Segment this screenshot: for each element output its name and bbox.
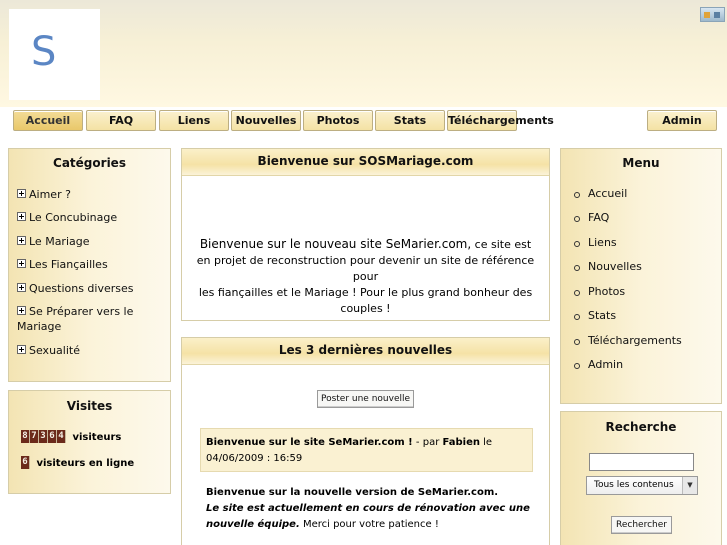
- tab-telechargements[interactable]: Téléchargements: [447, 110, 554, 131]
- site-header: S: [0, 0, 727, 107]
- visitor-counter-label: visiteurs: [72, 431, 122, 443]
- search-scope-select[interactable]: Tous les contenus ▼: [586, 476, 698, 495]
- tab-accueil[interactable]: Accueil: [13, 110, 83, 131]
- welcome-title: Bienvenue sur SOSMariage.com: [182, 149, 549, 176]
- menu-item-accueil[interactable]: Accueil: [573, 187, 627, 200]
- search-button[interactable]: Rechercher: [611, 516, 672, 534]
- visitor-counter-row: 87364 visiteurs: [21, 430, 121, 443]
- category-sexualite[interactable]: Sexualité: [17, 343, 80, 358]
- welcome-text: Bienvenue sur le nouveau site SeMarier.c…: [196, 237, 535, 315]
- news-item-body: Bienvenue sur la nouvelle version de SeM…: [206, 487, 530, 530]
- online-counter-row: 6 visiteurs en ligne: [21, 456, 134, 469]
- menu-item-stats[interactable]: Stats: [573, 309, 616, 322]
- logo[interactable]: S: [9, 9, 100, 100]
- visits-box: Visites 87364 visiteurs 6 visiteurs en l…: [8, 390, 171, 494]
- news-date: 04/06/2009 : 16:59: [206, 453, 303, 464]
- news-box: Les 3 dernières nouvelles Poster une nou…: [181, 337, 550, 545]
- tab-faq[interactable]: FAQ: [86, 110, 156, 131]
- search-scope-value: Tous les contenus: [594, 480, 674, 490]
- post-news-button[interactable]: Poster une nouvelle: [317, 390, 414, 408]
- categories-box: Catégories Aimer ? Le Concubinage Le Mar…: [8, 148, 171, 382]
- menu-item-telechargements[interactable]: Téléchargements: [574, 334, 682, 347]
- categories-title: Catégories: [53, 156, 126, 170]
- expand-plus-icon[interactable]: [17, 212, 26, 221]
- tab-nouvelles[interactable]: Nouvelles: [231, 110, 301, 131]
- online-counter-label: visiteurs en ligne: [36, 457, 135, 469]
- expand-plus-icon[interactable]: [17, 259, 26, 268]
- expand-plus-icon[interactable]: [17, 283, 26, 292]
- menu-title: Menu: [622, 156, 660, 170]
- tab-stats[interactable]: Stats: [375, 110, 445, 131]
- category-fiancailles[interactable]: Les Fiançailles: [17, 257, 108, 272]
- menu-item-admin[interactable]: Admin: [573, 358, 623, 371]
- expand-plus-icon[interactable]: [17, 189, 26, 198]
- expand-plus-icon[interactable]: [17, 345, 26, 354]
- category-concubinage[interactable]: Le Concubinage: [17, 210, 117, 225]
- news-title: Les 3 dernières nouvelles: [182, 338, 549, 365]
- news-author[interactable]: Fabien: [442, 437, 479, 448]
- tab-admin[interactable]: Admin: [647, 110, 717, 131]
- search-input[interactable]: [589, 453, 694, 471]
- category-questions[interactable]: Questions diverses: [17, 281, 134, 296]
- menu-item-faq[interactable]: FAQ: [573, 211, 609, 224]
- language-flag-icon[interactable]: [700, 7, 725, 22]
- menu-item-photos[interactable]: Photos: [573, 285, 625, 298]
- category-mariage[interactable]: Le Mariage: [17, 234, 90, 249]
- category-se-preparer[interactable]: Se Préparer vers le Mariage: [17, 304, 133, 334]
- search-box: Recherche Tous les contenus ▼ Rechercher: [560, 411, 722, 545]
- menu-item-liens[interactable]: Liens: [574, 236, 617, 249]
- news-item-header: Bienvenue sur le site SeMarier.com ! - p…: [200, 428, 533, 472]
- category-aimer[interactable]: Aimer ?: [17, 187, 71, 202]
- expand-plus-icon[interactable]: [17, 236, 26, 245]
- news-headline[interactable]: Bienvenue sur le site SeMarier.com !: [206, 437, 413, 448]
- tab-photos[interactable]: Photos: [303, 110, 373, 131]
- tab-telechargements-label: Téléchargements: [448, 114, 554, 127]
- menu-box: Menu Accueil FAQ Liens Nouvelles Photos …: [560, 148, 722, 404]
- expand-plus-icon[interactable]: [17, 306, 26, 315]
- online-counter: 6: [21, 456, 30, 469]
- welcome-box: Bienvenue sur SOSMariage.com Bienvenue s…: [181, 148, 550, 321]
- visitor-counter: 87364: [21, 430, 66, 443]
- search-title: Recherche: [605, 420, 677, 434]
- logo-letter: S: [31, 29, 57, 75]
- menu-item-nouvelles[interactable]: Nouvelles: [574, 260, 642, 273]
- tab-liens[interactable]: Liens: [159, 110, 229, 131]
- visits-title: Visites: [66, 399, 113, 413]
- chevron-down-icon[interactable]: ▼: [682, 477, 697, 494]
